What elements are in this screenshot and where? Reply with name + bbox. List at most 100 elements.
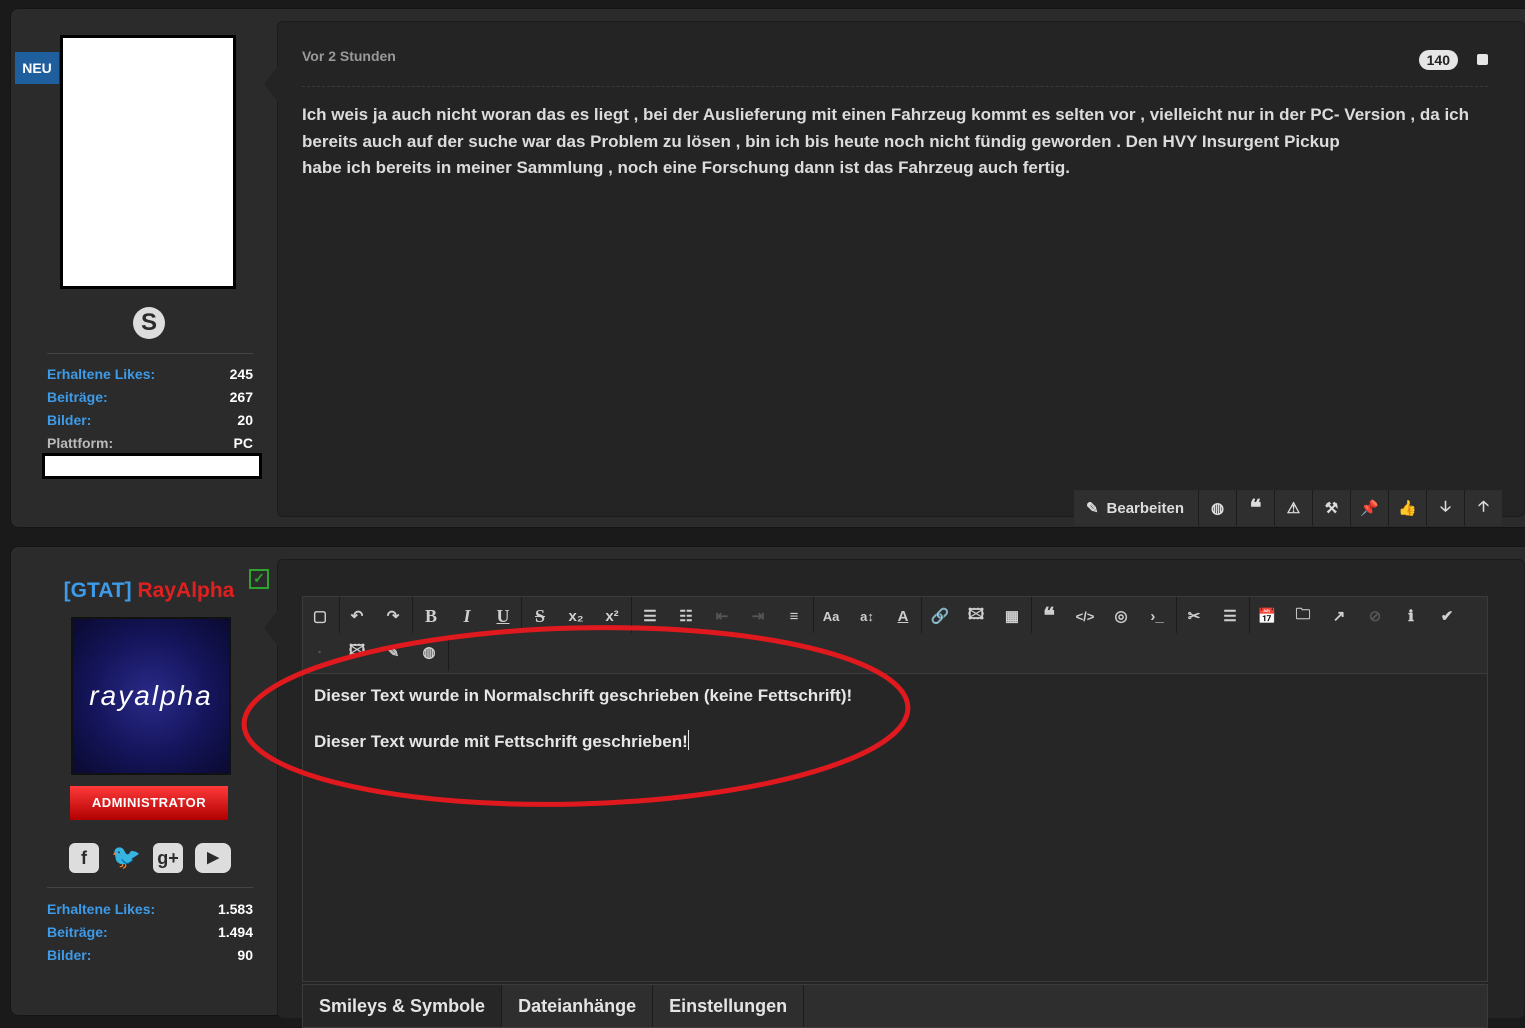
content-arrow [264, 610, 278, 646]
stat-posts: Beiträge: 267 [47, 385, 253, 408]
folder-icon: 🗀 [1295, 605, 1311, 623]
header-divider [302, 86, 1488, 87]
italic-button[interactable]: I [452, 601, 482, 631]
post-select-checkbox[interactable] [1477, 54, 1488, 65]
redo-button[interactable]: ↷ [378, 601, 408, 631]
youtube-icon[interactable]: ▶ [195, 843, 231, 873]
remove-format-button[interactable]: ✂ [1179, 601, 1209, 631]
post-time[interactable]: Vor 2 Stunden [302, 48, 396, 64]
underline-button[interactable]: U [488, 601, 518, 631]
globe-button[interactable]: ◍ [414, 637, 444, 667]
stat-images-value: 90 [237, 946, 253, 963]
stat-likes-label[interactable]: Erhaltene Likes: [47, 901, 155, 917]
bold-button[interactable]: B [416, 601, 446, 631]
toolbar-separator [448, 635, 449, 671]
media-button[interactable]: 🗀 [1288, 601, 1318, 631]
post-text-line: Ich weis ja auch nicht woran das es lieg… [302, 105, 1470, 124]
underline-icon: U [496, 605, 510, 626]
warning-icon: ⚠ [1286, 500, 1301, 517]
external-link-button[interactable]: ↗ [1324, 601, 1354, 631]
stat-images-label[interactable]: Bilder: [47, 947, 91, 963]
spoiler-button[interactable]: ◎ [1106, 601, 1136, 631]
stat-posts-label[interactable]: Beiträge: [47, 389, 108, 405]
divider [47, 353, 253, 354]
divider [47, 887, 253, 888]
quote-icon: ❝ [1043, 603, 1055, 628]
superscript-button[interactable]: x² [597, 601, 627, 631]
editor-toolbar: ▢ ↶ ↷ B I U S x₂ x² ☰ ☷ ⇤ ⇥ ≡ Aa a↕ A 🔗 … [303, 597, 1487, 674]
pin-button[interactable]: 📌 [1350, 490, 1388, 526]
avatar[interactable] [60, 35, 236, 289]
editor-content[interactable]: Dieser Text wurde in Normalschrift gesch… [314, 685, 852, 776]
outdent-icon: ⇤ [715, 608, 729, 625]
strikethrough-button[interactable]: S [525, 601, 555, 631]
check-button[interactable]: ✔ [1432, 601, 1462, 631]
user-banner [42, 453, 262, 479]
font-family-button[interactable]: Aa [816, 601, 846, 631]
bold-icon: B [424, 605, 437, 626]
tab-settings[interactable]: Einstellungen [653, 985, 805, 1027]
image-upload-button[interactable]: 🖾 [342, 637, 372, 667]
stat-likes-label[interactable]: Erhaltene Likes: [47, 366, 155, 382]
ordered-list-button[interactable]: ☰ [635, 601, 665, 631]
username[interactable]: [GTAT] RayAlpha [11, 579, 287, 603]
post-text-line: bereits auch auf der suche war das Probl… [302, 131, 1340, 151]
tab-attachments[interactable]: Dateianhänge [502, 985, 654, 1027]
italic-icon: I [463, 605, 471, 626]
check-circle-icon: ✔ [1440, 608, 1454, 625]
font-color-button[interactable]: A [888, 601, 918, 631]
table-icon: ▦ [1004, 608, 1020, 625]
disabled-button[interactable]: ⊘ [1360, 601, 1390, 631]
inline-code-button[interactable]: ›_ [1142, 601, 1172, 631]
globe-button[interactable]: ◍ [1198, 490, 1236, 526]
social-links: f 🐦 g+ ▶ [69, 843, 231, 873]
table-button[interactable]: ▦ [997, 601, 1027, 631]
role-badge: ADMINISTRATOR [70, 786, 228, 820]
edit-button[interactable]: ✎ Bearbeiten [1074, 490, 1198, 526]
quote-button[interactable]: ❝ [1236, 490, 1274, 526]
scroll-down-button[interactable]: 🡣 [1426, 490, 1464, 526]
horizontal-rule-button[interactable]: ☰ [1215, 601, 1245, 631]
magic-wand-button[interactable]: ✎ [378, 637, 408, 667]
stat-likes: Erhaltene Likes: 1.583 [47, 897, 253, 920]
scroll-up-button[interactable]: 🡡 [1464, 490, 1502, 526]
facebook-icon[interactable]: f [69, 843, 99, 873]
font-size-button[interactable]: a↕ [852, 601, 882, 631]
quote-button[interactable]: ❝ [1034, 601, 1064, 631]
align-button[interactable]: ≡ [779, 601, 809, 631]
subscript-button[interactable]: x₂ [561, 601, 591, 631]
stat-images-label[interactable]: Bilder: [47, 412, 91, 428]
link-button[interactable]: 🔗 [925, 601, 955, 631]
wysiwyg-editor: ▢ ↶ ↷ B I U S x₂ x² ☰ ☷ ⇤ ⇥ ≡ Aa a↕ A 🔗 … [302, 596, 1488, 982]
terminal-icon: ›_ [1150, 607, 1164, 625]
like-button[interactable]: 👍 [1388, 490, 1426, 526]
skype-icon[interactable]: S [133, 307, 165, 339]
ban-icon: ⊘ [1368, 608, 1382, 625]
undo-button[interactable]: ↶ [342, 601, 372, 631]
info-button[interactable]: ℹ [1396, 601, 1426, 631]
toolbar-separator [1031, 597, 1032, 633]
indent-button[interactable]: ⇥ [743, 601, 773, 631]
toggle-source-button[interactable]: ▢ [305, 601, 335, 631]
tab-smileys[interactable]: Smileys & Symbole [303, 985, 503, 1027]
online-check-icon: ✓ [249, 569, 269, 589]
avatar[interactable]: rayalpha [71, 617, 231, 775]
editor-line-bold[interactable]: Dieser Text wurde mit Fettschrift geschr… [314, 730, 852, 753]
image-button[interactable]: 🖾 [961, 601, 991, 631]
report-button[interactable]: ⚠ [1274, 490, 1312, 526]
post-number-badge[interactable]: 140 [1418, 50, 1458, 70]
text-caret [687, 730, 689, 750]
toolbar-placeholder-button[interactable]: · [305, 637, 335, 667]
google-plus-icon[interactable]: g+ [153, 843, 183, 873]
toolbar-separator [412, 597, 413, 633]
stat-posts-label[interactable]: Beiträge: [47, 924, 108, 940]
unordered-list-button[interactable]: ☷ [671, 601, 701, 631]
globe-icon: ◍ [1210, 500, 1225, 517]
code-button[interactable]: </> [1070, 601, 1100, 631]
outdent-button[interactable]: ⇤ [707, 601, 737, 631]
calendar-button[interactable]: 📅 [1252, 601, 1282, 631]
moderate-button[interactable]: ⚒ [1312, 490, 1350, 526]
pencil-icon: ✎ [1085, 500, 1099, 517]
editor-line-normal[interactable]: Dieser Text wurde in Normalschrift gesch… [314, 685, 852, 707]
twitter-icon[interactable]: 🐦 [111, 843, 141, 873]
